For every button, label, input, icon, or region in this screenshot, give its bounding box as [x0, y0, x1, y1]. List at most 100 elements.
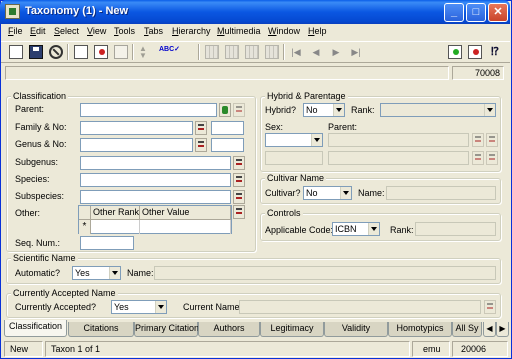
menu-window[interactable]: Window — [268, 26, 300, 36]
grid-cell-other-value[interactable] — [140, 220, 231, 234]
hybrid-select[interactable]: No — [303, 103, 345, 117]
chevron-down-icon[interactable] — [340, 187, 351, 199]
maximize-button[interactable]: □ — [466, 3, 486, 22]
automatic-select[interactable]: Yes — [72, 266, 121, 280]
cultivar-select[interactable]: No — [303, 186, 352, 200]
table-view-icon[interactable] — [245, 45, 259, 59]
parent-edit-icon[interactable] — [233, 103, 245, 117]
sex-field-2[interactable] — [265, 151, 323, 165]
chevron-down-icon[interactable] — [484, 104, 495, 116]
current-name-field[interactable] — [239, 300, 481, 314]
copy-doc-icon[interactable] — [114, 45, 128, 59]
grid-cell-other-rank[interactable] — [91, 220, 140, 234]
list-view-icon[interactable] — [225, 45, 239, 59]
subgenus-field[interactable] — [80, 156, 231, 170]
tab-all-synonyms[interactable]: All Sy — [452, 322, 482, 337]
family-number-field[interactable] — [211, 121, 244, 135]
menu-help[interactable]: Help — [308, 26, 327, 36]
sex-select-1[interactable] — [265, 133, 323, 147]
parent2-lookup-icon[interactable] — [472, 151, 484, 165]
previous-record-icon[interactable]: ◀ — [309, 45, 323, 59]
cultivar-value: No — [306, 188, 318, 198]
delete-doc-icon[interactable] — [94, 45, 108, 59]
menu-edit[interactable]: Edit — [30, 26, 46, 36]
grid-view-icon[interactable] — [205, 45, 219, 59]
other-ranks-grid[interactable]: Other Rank Other Value * — [78, 205, 232, 234]
applicable-code-select[interactable]: ICBN — [332, 222, 380, 236]
spell-check-icon[interactable]: ABC✓ — [159, 45, 180, 59]
tab-scroll-right-icon[interactable]: ▶ — [496, 322, 509, 337]
subgenus-lookup-icon[interactable] — [233, 156, 245, 170]
close-button[interactable]: ✕ — [488, 3, 508, 22]
tab-legitimacy[interactable]: Legitimacy — [260, 322, 324, 337]
genus-number-field[interactable] — [211, 138, 244, 152]
title-bar[interactable]: Taxonomy (1) - New _ □ ✕ — [0, 0, 510, 24]
minimize-button[interactable]: _ — [444, 3, 464, 22]
genus-lookup-icon[interactable] — [195, 138, 207, 152]
tab-validity[interactable]: Validity — [324, 322, 388, 337]
currently-accepted-select[interactable]: Yes — [111, 300, 167, 314]
next-record-icon[interactable]: ▶ — [329, 45, 343, 59]
record-info-bar — [5, 66, 449, 80]
tab-primary-citation[interactable]: Primary Citation — [134, 322, 199, 337]
cultivar-name-field[interactable] — [386, 186, 496, 200]
hybrid-rank-select[interactable] — [380, 103, 496, 117]
seq-num-field[interactable] — [80, 236, 134, 250]
stop-icon[interactable] — [49, 45, 63, 59]
chevron-down-icon[interactable] — [109, 267, 120, 279]
chevron-down-icon[interactable] — [333, 104, 344, 116]
tab-classification[interactable]: Classification — [4, 320, 67, 337]
parent2-edit-icon[interactable] — [486, 151, 498, 165]
menu-multimedia[interactable]: Multimedia — [217, 26, 261, 36]
chevron-down-icon[interactable] — [311, 134, 322, 146]
menu-select[interactable]: Select — [54, 26, 79, 36]
family-field[interactable] — [80, 121, 193, 135]
grid-header-other-rank[interactable]: Other Rank — [91, 206, 140, 220]
sort-icon[interactable]: ▲ ▼ — [139, 45, 153, 60]
grid-header-other-value[interactable]: Other Value — [140, 206, 231, 220]
tab-scroll-left-icon[interactable]: ◀ — [483, 322, 496, 337]
parent1-edit-icon[interactable] — [486, 133, 498, 147]
green-doc-icon[interactable] — [448, 45, 462, 59]
tab-authors[interactable]: Authors — [198, 322, 260, 337]
grid-new-row-marker: * — [79, 220, 91, 234]
red-doc-icon[interactable] — [468, 45, 482, 59]
cultivar-legend: Cultivar Name — [265, 173, 327, 183]
subspecies-field[interactable] — [80, 190, 231, 204]
window-title: Taxonomy (1) - New — [25, 5, 129, 17]
parent-name-field-1[interactable] — [328, 133, 469, 147]
parent-field[interactable] — [80, 103, 217, 117]
parent-name-field-2[interactable] — [328, 151, 469, 165]
context-help-icon[interactable]: ⁉ — [491, 45, 505, 59]
applicable-code-label: Applicable Code: — [265, 225, 334, 235]
add-doc-icon[interactable] — [74, 45, 88, 59]
species-field[interactable] — [80, 173, 231, 187]
save-icon[interactable] — [29, 45, 43, 59]
scientific-name-field[interactable] — [154, 266, 496, 280]
other-lookup-icon[interactable] — [233, 205, 245, 219]
genus-field[interactable] — [80, 138, 193, 152]
chevron-down-icon[interactable] — [155, 301, 166, 313]
first-record-icon[interactable]: |◀ — [289, 45, 303, 59]
new-record-icon[interactable] — [9, 45, 23, 59]
parent1-lookup-icon[interactable] — [472, 133, 484, 147]
menu-hierarchy[interactable]: Hierarchy — [172, 26, 211, 36]
species-label: Species: — [15, 174, 50, 184]
tab-citations[interactable]: Citations — [68, 322, 134, 337]
tab-homotypics[interactable]: Homotypics — [388, 322, 452, 337]
subspecies-lookup-icon[interactable] — [233, 190, 245, 204]
current-name-edit-icon[interactable] — [484, 300, 496, 314]
menu-view[interactable]: View — [87, 26, 106, 36]
menu-file[interactable]: File — [8, 26, 23, 36]
menu-tools[interactable]: Tools — [114, 26, 135, 36]
genus-label: Genus & No: — [15, 139, 67, 149]
parent-lookup-icon[interactable] — [219, 103, 231, 117]
controls-rank-field[interactable] — [415, 222, 496, 236]
last-record-icon[interactable]: ▶| — [349, 45, 363, 59]
chevron-down-icon[interactable] — [368, 223, 379, 235]
menu-tabs[interactable]: Tabs — [144, 26, 163, 36]
family-lookup-icon[interactable] — [195, 121, 207, 135]
scientific-legend: Scientific Name — [11, 253, 78, 263]
species-lookup-icon[interactable] — [233, 173, 245, 187]
detail-view-icon[interactable] — [265, 45, 279, 59]
